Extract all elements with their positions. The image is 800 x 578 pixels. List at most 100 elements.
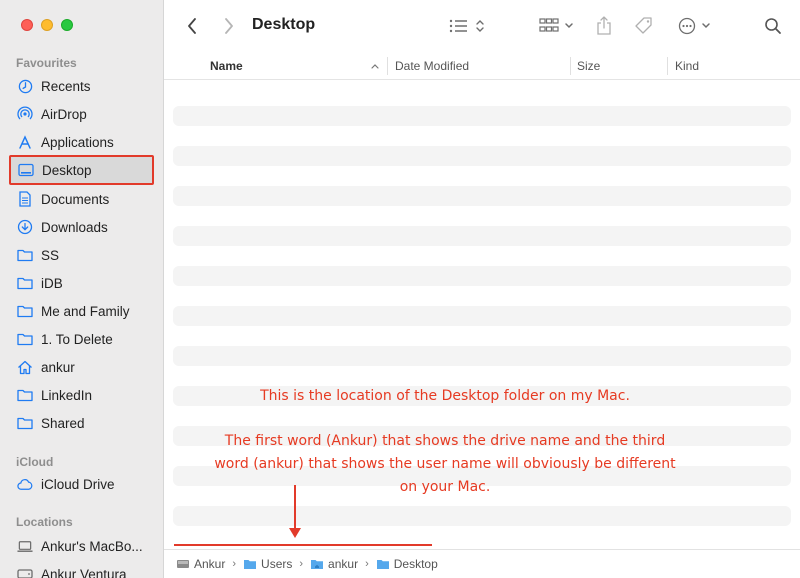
sidebar-item-label: Me and Family — [41, 303, 130, 319]
sort-chevron-up-icon — [368, 56, 382, 76]
home-folder-icon — [310, 557, 324, 571]
sidebar-item-label: Documents — [41, 191, 110, 207]
sidebar-item-label: SS — [41, 247, 60, 263]
sidebar-item-ankur-ventura[interactable]: Ankur Ventura — [10, 560, 153, 578]
sidebar-item-documents[interactable]: Documents — [10, 185, 153, 213]
column-header-kind[interactable]: Kind — [675, 52, 785, 80]
clock-icon — [17, 78, 33, 94]
sidebar-item-airdrop[interactable]: AirDrop — [10, 100, 153, 128]
sidebar-item-shared[interactable]: Shared — [10, 409, 153, 437]
sidebar-item-label: Ankur's MacBo... — [41, 538, 143, 554]
download-icon — [17, 219, 33, 235]
share-button[interactable] — [592, 14, 616, 38]
share-icon — [597, 16, 611, 35]
column-header-name[interactable]: Name — [210, 52, 390, 80]
empty-row-stripe — [173, 226, 791, 246]
folder-icon — [17, 331, 33, 347]
sidebar-item-label: ankur — [41, 359, 75, 375]
path-crumb-ankur-home[interactable]: ankur — [310, 557, 358, 571]
search-icon — [765, 18, 781, 34]
path-crumb-users[interactable]: Users — [243, 557, 292, 571]
icloud-section-title: iCloud — [16, 455, 54, 469]
applications-icon — [17, 134, 33, 150]
drive-icon — [17, 566, 33, 578]
path-crumb-label: Users — [261, 557, 293, 571]
sidebar-item-label: Downloads — [41, 219, 108, 235]
column-divider — [570, 57, 571, 75]
grid-icon — [538, 18, 559, 32]
folder-icon — [243, 557, 257, 571]
empty-row-stripe — [173, 146, 791, 166]
folder-icon — [376, 557, 390, 571]
annotation-text-1: This is the location of the Desktop fold… — [260, 388, 630, 404]
sidebar-item-linkedin[interactable]: LinkedIn — [10, 381, 153, 409]
cloud-icon — [17, 476, 33, 492]
sidebar-item-label: iDB — [41, 275, 63, 291]
column-header-label: Name — [210, 59, 243, 73]
tag-button[interactable] — [632, 14, 656, 38]
sidebar-item-label: iCloud Drive — [41, 476, 115, 492]
toolbar: Desktop — [164, 0, 800, 52]
annotation-arrow — [174, 485, 432, 546]
sidebar-item-applications[interactable]: Applications — [10, 128, 153, 156]
sidebar-item-label: Applications — [41, 134, 114, 150]
column-header-date-modified[interactable]: Date Modified — [395, 52, 565, 80]
search-button[interactable] — [762, 14, 784, 38]
zoom-button[interactable] — [61, 19, 73, 31]
view-options-button[interactable] — [446, 14, 488, 38]
favourites-section-title: Favourites — [16, 56, 77, 70]
chevron-down-icon — [564, 23, 573, 29]
sidebar-item-label: 1. To Delete — [41, 331, 113, 347]
sidebar-item-label: LinkedIn — [41, 387, 93, 403]
window-title: Desktop — [252, 16, 316, 33]
chevron-right-icon: › — [232, 558, 237, 570]
path-crumb-label: Desktop — [393, 557, 438, 571]
back-button[interactable] — [182, 14, 202, 38]
sidebar-item-recents[interactable]: Recents — [10, 72, 153, 100]
sidebar-item-to-delete[interactable]: 1. To Delete — [10, 325, 153, 353]
chevron-down-icon — [701, 23, 710, 29]
more-actions-button[interactable] — [674, 14, 714, 38]
path-crumb-ankur[interactable]: Ankur — [176, 557, 225, 571]
annotation-text-3: word (ankur) that shows the user name wi… — [214, 456, 676, 472]
drive-icon — [176, 557, 190, 571]
tag-icon — [635, 17, 652, 34]
column-header-label: Date Modified — [395, 59, 470, 73]
empty-row-stripe — [173, 106, 791, 126]
sidebar-item-label: Ankur Ventura — [41, 566, 127, 578]
sidebar-item-idb[interactable]: iDB — [10, 269, 153, 297]
ellipsis-circle-icon — [678, 17, 695, 35]
sidebar-item-label: AirDrop — [41, 106, 87, 122]
sidebar-item-label: Recents — [41, 78, 91, 94]
sidebar-item-ss[interactable]: SS — [10, 241, 153, 269]
sidebar-item-downloads[interactable]: Downloads — [10, 213, 153, 241]
empty-row-stripe — [173, 346, 791, 366]
empty-row-stripe — [173, 306, 791, 326]
sidebar-item-ankur[interactable]: ankur — [10, 353, 153, 381]
annotation-text-2: The first word (Ankur) that shows the dr… — [224, 433, 666, 449]
up-down-chevron-icon — [476, 20, 484, 32]
sidebar-item-me-and-family[interactable]: Me and Family — [10, 297, 153, 325]
sidebar-item-icloud-drive[interactable]: iCloud Drive — [10, 470, 153, 498]
group-button[interactable] — [536, 14, 576, 38]
airdrop-icon — [17, 106, 33, 122]
sidebar-item-label: Shared — [41, 415, 85, 431]
forward-button[interactable] — [219, 14, 239, 38]
path-crumb-label: Ankur — [194, 557, 226, 571]
folder-icon — [17, 415, 33, 431]
close-button[interactable] — [21, 19, 33, 31]
column-header-label: Kind — [675, 59, 700, 73]
sidebar-item-label: Desktop — [42, 162, 92, 178]
column-divider — [387, 57, 388, 75]
file-list[interactable] — [173, 80, 791, 548]
column-headers: Name Date Modified Size Kind — [164, 52, 800, 80]
sidebar-item-desktop[interactable]: Desktop — [9, 155, 154, 185]
path-crumb-label: ankur — [328, 557, 359, 571]
column-header-size[interactable]: Size — [577, 52, 667, 80]
sidebar-item-macbook[interactable]: Ankur's MacBo... — [10, 532, 153, 560]
minimize-button[interactable] — [41, 19, 53, 31]
empty-row-stripe — [173, 266, 791, 286]
chevron-right-icon — [225, 18, 233, 34]
path-crumb-desktop[interactable]: Desktop — [376, 557, 438, 571]
column-divider — [667, 57, 668, 75]
